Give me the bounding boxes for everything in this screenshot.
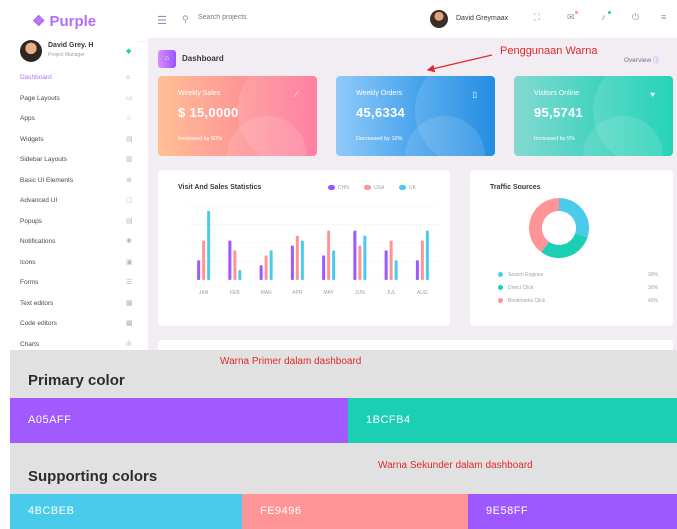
primary-color-heading: Primary color <box>28 372 125 389</box>
swatch-support-pink: FE9496 <box>242 494 468 529</box>
color-palette: Primary color A05AFF 1BCFB4 Supporting c… <box>10 350 677 529</box>
swatch-primary-teal: 1BCFB4 <box>348 398 677 443</box>
arrow-usage <box>426 54 493 73</box>
annotation-primary: Warna Primer dalam dashboard <box>220 356 362 367</box>
annotation-secondary: Warna Sekunder dalam dashboard <box>378 460 533 471</box>
supporting-colors-heading: Supporting colors <box>28 468 158 485</box>
swatch-support-violet: 9E58FF <box>468 494 677 529</box>
annotation-usage: Penggunaan Warna <box>500 45 598 57</box>
swatch-primary-purple: A05AFF <box>10 398 348 443</box>
swatch-support-blue: 4BCBEB <box>10 494 242 529</box>
